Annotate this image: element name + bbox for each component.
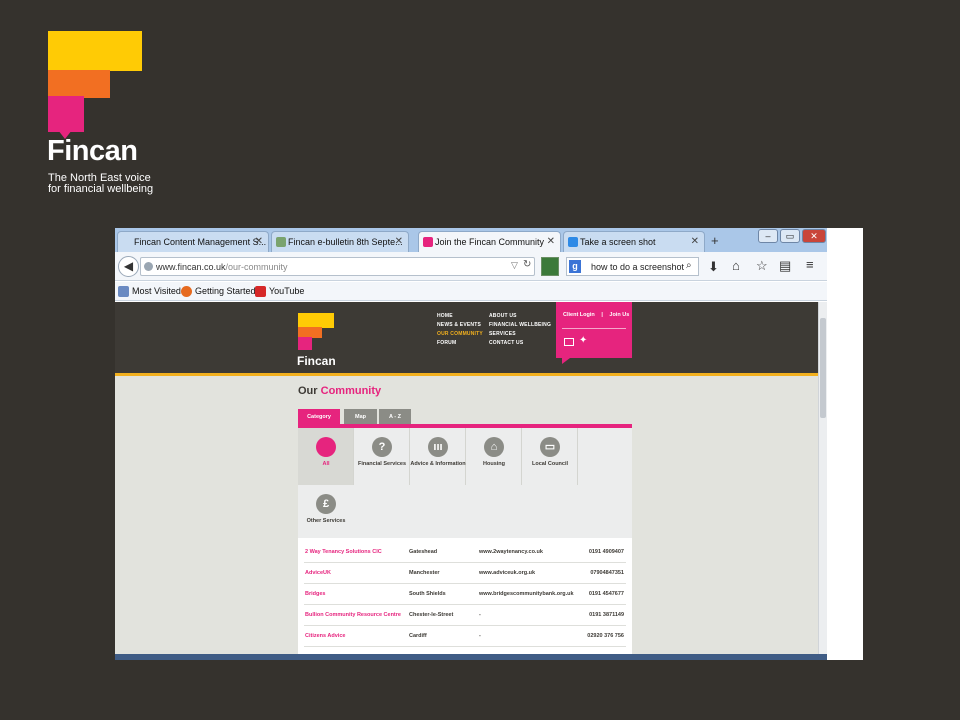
slide-brand-name: Fincan: [47, 135, 138, 167]
nav-forum[interactable]: FORUM: [437, 340, 456, 346]
tab-map[interactable]: Map: [344, 409, 377, 425]
reload-icon[interactable]: ↻: [523, 259, 531, 270]
url-host: www.fincan.co.uk: [156, 262, 226, 272]
globe-icon: [144, 262, 153, 271]
tab-cms[interactable]: Fincan Content Management S... ✕: [117, 231, 269, 252]
tab-join-community[interactable]: Join the Fincan Community ✕: [418, 231, 561, 252]
minimize-button[interactable]: –: [758, 229, 778, 243]
navigation-toolbar: ◀ www.fincan.co.uk/our-community ▽ ↻ g h…: [115, 252, 827, 281]
pound-icon: £: [316, 494, 336, 514]
menu-icon[interactable]: ≡: [806, 257, 814, 272]
google-icon: g: [569, 260, 581, 273]
nav-about-us[interactable]: ABOUT US: [489, 313, 517, 319]
nav-services[interactable]: SERVICES: [489, 331, 516, 337]
page-viewport: Fincan HOME NEWS & EVENTS OUR COMMUNITY …: [115, 302, 818, 660]
nav-contact-us[interactable]: CONTACT US: [489, 340, 523, 346]
nav-financial-wellbeing[interactable]: FINANCIAL WELLBEING: [489, 322, 551, 328]
search-input[interactable]: g how to do a screenshot ⌕: [566, 257, 699, 276]
separator: |: [601, 312, 603, 318]
category-panel: All ? Financial Services ııı Advice & In…: [298, 428, 632, 538]
bookmark-getting-started[interactable]: Getting Started: [181, 286, 256, 297]
bookmark-folder-icon: [118, 286, 129, 297]
divider: [562, 328, 626, 329]
category-housing[interactable]: ⌂ Housing: [466, 428, 522, 485]
bookmark-label: Getting Started: [195, 286, 256, 296]
category-other-services[interactable]: £ Other Services: [298, 485, 354, 542]
table-row[interactable]: Bridges South Shields www.bridgescommuni…: [304, 584, 626, 605]
table-row[interactable]: 2 Way Tenancy Solutions CIC Gateshead ww…: [304, 542, 626, 563]
url-path: /our-community: [225, 262, 288, 272]
tab-label: Fincan Content Management S...: [134, 237, 267, 247]
scrollbar-thumb[interactable]: [820, 318, 826, 418]
firefox-icon: [181, 286, 192, 297]
table-row[interactable]: AdviceUK Manchester www.adviceuk.org.uk …: [304, 563, 626, 584]
tab-label: Take a screen shot: [580, 237, 656, 247]
fincan-favicon-icon: [423, 237, 433, 247]
site-logo-text[interactable]: Fincan: [297, 354, 336, 368]
nav-home[interactable]: HOME: [437, 313, 453, 319]
house-icon: ⌂: [484, 437, 504, 457]
twitter-icon[interactable]: ✦: [579, 335, 587, 346]
close-icon[interactable]: ✕: [691, 236, 699, 247]
bookmark-youtube[interactable]: YouTube: [255, 286, 305, 297]
client-login-link[interactable]: Client Login: [563, 312, 595, 318]
question-icon: ?: [372, 437, 392, 457]
nav-news-events[interactable]: NEWS & EVENTS: [437, 322, 481, 328]
address-bar[interactable]: www.fincan.co.uk/our-community ▽ ↻: [140, 257, 535, 276]
speech-bubble-icon: ▭: [540, 437, 560, 457]
bookmark-most-visited[interactable]: Most Visited: [118, 286, 181, 297]
bookmarks-bar: Most Visited Getting Started YouTube: [115, 282, 827, 301]
login-panel: Client Login | Join Us ✦: [556, 302, 632, 364]
browser-window: Fincan Content Management S... ✕ Fincan …: [115, 228, 863, 660]
search-icon[interactable]: ⌕: [686, 260, 692, 271]
people-icon: ııı: [428, 437, 448, 457]
results-table: 2 Way Tenancy Solutions CIC Gateshead ww…: [298, 538, 632, 660]
page-icon: [276, 237, 286, 247]
vertical-scrollbar[interactable]: [818, 302, 827, 660]
maximize-button[interactable]: ▭: [780, 229, 800, 243]
close-window-button[interactable]: ✕: [802, 229, 826, 243]
search-value: how to do a screenshot: [591, 262, 685, 272]
category-advice-information[interactable]: ııı Advice & Information: [410, 428, 466, 485]
tab-screenshot[interactable]: Take a screen shot ✕: [563, 231, 705, 252]
windows-icon: [568, 237, 578, 247]
close-icon[interactable]: ✕: [395, 236, 403, 247]
close-icon[interactable]: ✕: [255, 236, 263, 247]
bookmark-label: YouTube: [269, 286, 305, 296]
category-financial-services[interactable]: ? Financial Services: [354, 428, 410, 485]
close-icon[interactable]: ✕: [547, 236, 555, 247]
dropdown-icon[interactable]: ▽: [511, 260, 518, 271]
tab-label: Join the Fincan Community: [435, 237, 545, 247]
table-row[interactable]: Bullion Community Resource Centre Cheste…: [304, 605, 626, 626]
tab-category[interactable]: Category: [298, 409, 340, 425]
site-header: Fincan HOME NEWS & EVENTS OUR COMMUNITY …: [115, 302, 818, 376]
mail-icon[interactable]: [564, 338, 574, 346]
table-row[interactable]: Citizens Advice Cardiff - 02920 376 756: [304, 626, 626, 647]
back-button[interactable]: ◀: [118, 256, 139, 277]
all-icon: [316, 437, 336, 457]
category-all[interactable]: All: [298, 428, 354, 485]
join-us-link[interactable]: Join Us: [609, 312, 629, 318]
page-title: Our Community: [298, 385, 382, 397]
tab-label: Fincan e-bulletin 8th Septe...: [288, 237, 403, 247]
slide-tagline: The North East voice for financial wellb…: [48, 172, 154, 195]
tab-bar: Fincan Content Management S... ✕ Fincan …: [115, 228, 827, 252]
new-tab-button[interactable]: +: [711, 233, 719, 248]
clipboard-icon[interactable]: ▤: [779, 258, 791, 274]
tab-ebulletin[interactable]: Fincan e-bulletin 8th Septe... ✕: [271, 231, 409, 252]
tab-a-z[interactable]: A - Z: [379, 409, 411, 425]
star-icon[interactable]: ☆: [756, 258, 768, 274]
extension-icon[interactable]: [541, 257, 559, 276]
nav-our-community[interactable]: OUR COMMUNITY: [437, 331, 483, 337]
youtube-icon: [255, 286, 266, 297]
home-icon[interactable]: ⌂: [732, 258, 740, 273]
category-local-council[interactable]: ▭ Local Council: [522, 428, 578, 485]
windows-taskbar: [115, 654, 827, 660]
bookmark-label: Most Visited: [132, 286, 181, 296]
download-icon[interactable]: ⬇: [708, 259, 719, 275]
